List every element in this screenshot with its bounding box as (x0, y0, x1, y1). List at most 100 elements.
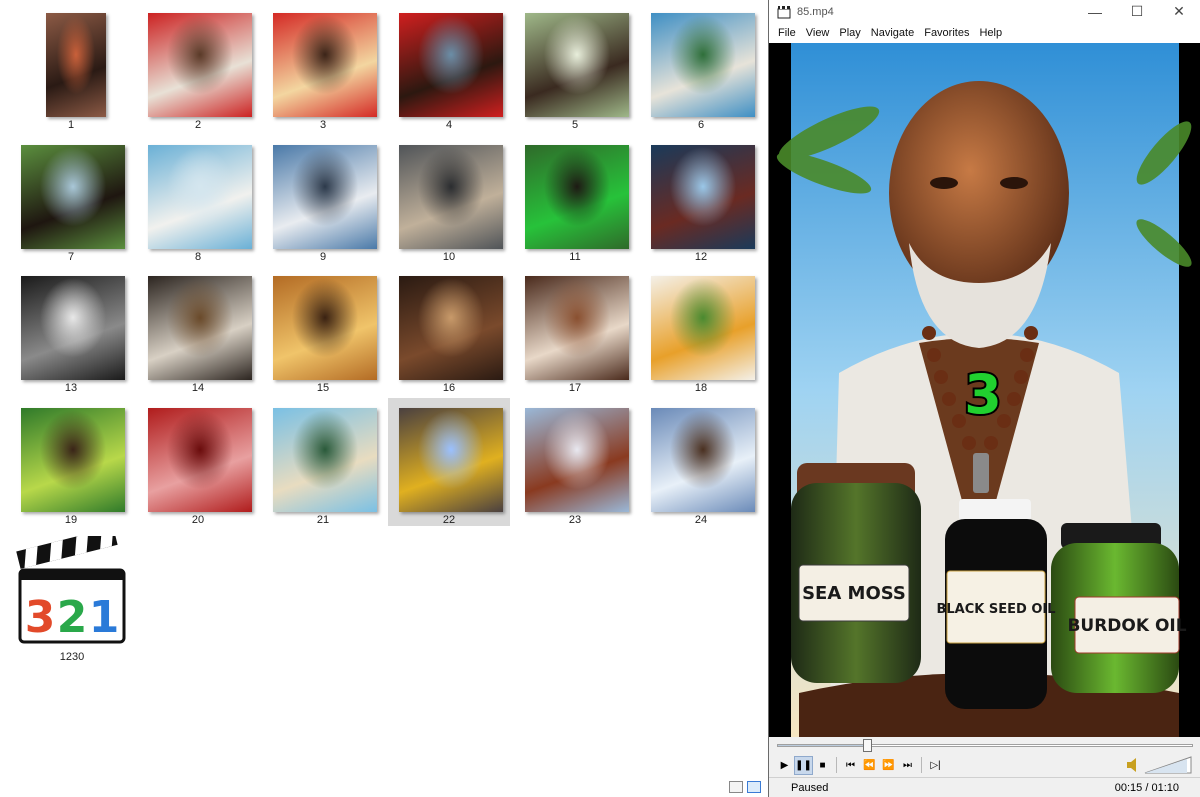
video-frame[interactable]: 3 SEA MOSS BURDOK OIL BLACK SEED OIL (769, 43, 1200, 737)
thumbnail-image (525, 408, 629, 512)
file-explorer-pane: 1 2 3 4 5 6 7 8 9 10 11 12 13 14 15 16 17 18 19 20 21 22 23 24 … (0, 0, 768, 797)
skip-forward-icon: ⏭ (903, 759, 912, 771)
time-display: 00:15 / 01:10 (1114, 781, 1179, 794)
pause-button[interactable]: ❚❚ (794, 755, 813, 775)
player-app-icon (777, 5, 791, 18)
fast-forward-icon: ⏩ (882, 759, 895, 771)
thumbnail-item[interactable]: 8 (137, 135, 259, 263)
speaker-icon (1127, 758, 1136, 772)
previous-button[interactable]: ⏮ (841, 756, 860, 775)
playback-controls: ▶ ❚❚ ■ ⏮ ⏪ ⏩ ⏭ ▷| (769, 753, 1200, 777)
menu-file[interactable]: File (773, 27, 801, 39)
thumbnail-item[interactable]: 22 (388, 398, 510, 526)
menu-play[interactable]: Play (834, 27, 865, 39)
thumbnail-caption: 4 (445, 119, 453, 131)
thumbnail-caption: 23 (568, 514, 582, 526)
window-title: 85.mp4 (797, 5, 834, 18)
minimize-button[interactable]: — (1074, 0, 1116, 23)
thumbnail-item[interactable]: 9 (262, 135, 384, 263)
thumbnail-image (399, 13, 503, 117)
seek-progress (778, 745, 867, 746)
thumbnail-item[interactable]: 1 (10, 3, 132, 131)
thumbnail-caption: 7 (67, 251, 75, 263)
thumbnail-item[interactable]: 2 (137, 3, 259, 131)
seek-bar[interactable] (769, 737, 1200, 753)
thumbnail-caption: 19 (64, 514, 78, 526)
media-player-shortcut[interactable]: 3 2 1 1230 (16, 527, 128, 666)
thumbnail-caption: 20 (191, 514, 205, 526)
thumbnail-item[interactable]: 19 (10, 398, 132, 526)
thumbnail-image (399, 145, 503, 249)
large-icons-view-icon[interactable] (747, 781, 761, 793)
close-button[interactable]: ✕ (1158, 0, 1200, 23)
thumbnail-image (46, 13, 106, 117)
thumbnail-item[interactable]: 6 (640, 3, 762, 131)
burdok-oil-label: BURDOK OIL (1067, 616, 1186, 636)
play-icon: ▶ (780, 759, 789, 771)
thumbnail-item[interactable]: 7 (10, 135, 132, 263)
volume-control[interactable] (1125, 755, 1195, 775)
stop-button[interactable]: ■ (813, 756, 832, 775)
thumbnail-item[interactable]: 18 (640, 266, 762, 394)
status-bar: Paused 00:15 / 01:10 (769, 777, 1200, 797)
thumbnail-item[interactable]: 17 (514, 266, 636, 394)
thumbnail-image (273, 408, 377, 512)
thumbnail-item[interactable]: 20 (137, 398, 259, 526)
menu-bar: File View Play Navigate Favorites Help (769, 23, 1200, 43)
thumbnail-item[interactable]: 11 (514, 135, 636, 263)
thumbnail-image (399, 408, 503, 512)
thumbnail-item[interactable]: 14 (137, 266, 259, 394)
title-bar[interactable]: 85.mp4 — ☐ ✕ (769, 0, 1200, 23)
thumbnail-caption: 15 (316, 382, 330, 394)
thumbnail-image (21, 408, 125, 512)
menu-navigate[interactable]: Navigate (866, 27, 919, 39)
thumbnail-item[interactable]: 3 (262, 3, 384, 131)
maximize-button[interactable]: ☐ (1116, 0, 1158, 23)
video-image: 3 SEA MOSS BURDOK OIL BLACK SEED OIL (769, 43, 1200, 737)
thumbnail-image (525, 145, 629, 249)
thumbnail-image (651, 276, 755, 380)
thumbnail-image (399, 276, 503, 380)
seek-track[interactable] (777, 739, 1193, 752)
next-button[interactable]: ⏭ (898, 756, 917, 775)
thumbnail-item[interactable]: 10 (388, 135, 510, 263)
thumbnail-image (21, 276, 125, 380)
thumbnail-item[interactable]: 21 (262, 398, 384, 526)
thumbnail-caption: 12 (694, 251, 708, 263)
thumbnail-image (21, 145, 125, 249)
playback-status: Paused (791, 781, 829, 794)
thumbnail-caption: 10 (442, 251, 456, 263)
thumbnail-item[interactable]: 16 (388, 266, 510, 394)
thumbnail-caption: 5 (571, 119, 579, 131)
close-icon: ✕ (1173, 3, 1185, 19)
thumbnail-caption: 1 (67, 119, 75, 131)
play-button[interactable]: ▶ (775, 756, 794, 775)
thumbnail-item[interactable]: 15 (262, 266, 384, 394)
thumbnail-image (651, 145, 755, 249)
pause-icon: ❚❚ (795, 759, 812, 771)
thumbnail-item[interactable]: 4 (388, 3, 510, 131)
thumbnail-item[interactable]: 24 (640, 398, 762, 526)
thumbnail-item[interactable]: 12 (640, 135, 762, 263)
frame-step-button[interactable]: ▷| (926, 756, 945, 775)
menu-help[interactable]: Help (974, 27, 1007, 39)
thumbnail-item[interactable]: 23 (514, 398, 636, 526)
shortcut-caption: 1230 (59, 651, 85, 663)
thumbnail-image (651, 408, 755, 512)
minimize-icon: — (1088, 3, 1102, 20)
thumbnail-caption: 14 (191, 382, 205, 394)
thumbnail-item[interactable]: 13 (10, 266, 132, 394)
details-view-icon[interactable] (729, 781, 743, 793)
thumbnail-caption: 22 (442, 514, 456, 526)
seek-handle[interactable] (862, 739, 872, 752)
sea-moss-label: SEA MOSS (802, 583, 906, 604)
fast-forward-button[interactable]: ⏩ (879, 756, 898, 775)
thumbnail-caption: 17 (568, 382, 582, 394)
rewind-button[interactable]: ⏪ (860, 756, 879, 775)
menu-favorites[interactable]: Favorites (919, 27, 974, 39)
menu-view[interactable]: View (801, 27, 835, 39)
thumbnail-image (273, 145, 377, 249)
thumbnail-item[interactable]: 5 (514, 3, 636, 131)
digit-1: 1 (89, 592, 120, 643)
maximize-icon: ☐ (1130, 3, 1144, 19)
